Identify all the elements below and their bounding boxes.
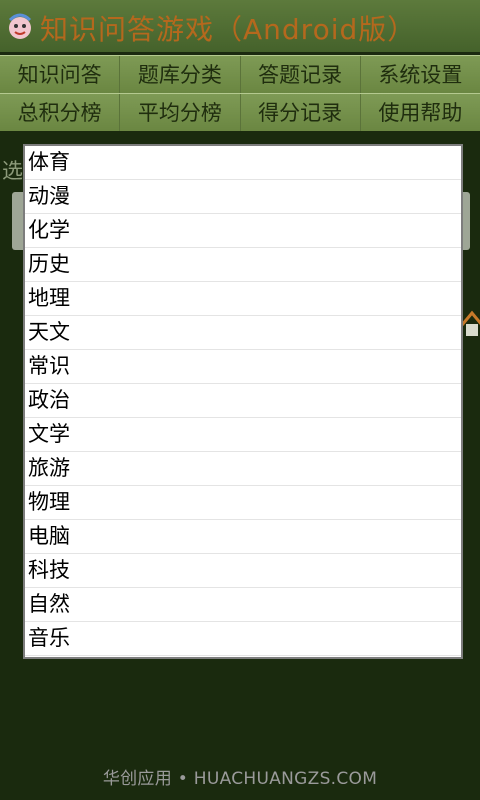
menu-item-help[interactable]: 使用帮助 — [361, 94, 480, 132]
menu-item-score-records[interactable]: 得分记录 — [241, 94, 361, 132]
menu-item-answer-records[interactable]: 答题记录 — [241, 56, 361, 94]
list-item[interactable]: 动漫 — [25, 180, 461, 214]
list-item[interactable]: 电脑 — [25, 520, 461, 554]
footer-watermark: 华创应用 • HUACHUANGZS.COM — [102, 769, 378, 789]
list-item[interactable]: 化学 — [25, 214, 461, 248]
category-list-dialog: 体育 动漫 化学 历史 地理 天文 常识 政治 文学 旅游 物理 电脑 科技 自… — [23, 144, 463, 659]
background-label: 选 — [2, 159, 23, 183]
list-item[interactable]: 音乐 — [25, 622, 461, 656]
app-logo-icon — [8, 13, 32, 39]
menu-item-settings[interactable]: 系统设置 — [361, 56, 480, 94]
list-item[interactable]: 文学 — [25, 418, 461, 452]
menu-row-1: 知识问答 题库分类 答题记录 系统设置 — [0, 55, 480, 94]
list-item[interactable]: 历史 — [25, 248, 461, 282]
menu-item-quiz[interactable]: 知识问答 — [0, 56, 121, 94]
list-item[interactable]: 旅游 — [25, 452, 461, 486]
list-item[interactable]: 自然 — [25, 588, 461, 622]
title-bar: 知识问答游戏（Android版） — [0, 0, 480, 52]
app-title: 知识问答游戏（Android版） — [40, 13, 417, 46]
list-item[interactable]: 政治 — [25, 384, 461, 418]
menu-item-total-ranking[interactable]: 总积分榜 — [0, 94, 121, 132]
list-item[interactable]: 常识 — [25, 350, 461, 384]
list-item[interactable]: 物理 — [25, 486, 461, 520]
home-icon — [460, 310, 480, 336]
menu-item-average-ranking[interactable]: 平均分榜 — [120, 94, 241, 132]
list-item[interactable]: 科技 — [25, 554, 461, 588]
list-item[interactable]: 体育 — [25, 146, 461, 180]
menu-item-categories[interactable]: 题库分类 — [120, 56, 241, 94]
list-item[interactable]: 天文 — [25, 316, 461, 350]
menu-row-2: 总积分榜 平均分榜 得分记录 使用帮助 — [0, 93, 480, 132]
list-item[interactable]: 地理 — [25, 282, 461, 316]
